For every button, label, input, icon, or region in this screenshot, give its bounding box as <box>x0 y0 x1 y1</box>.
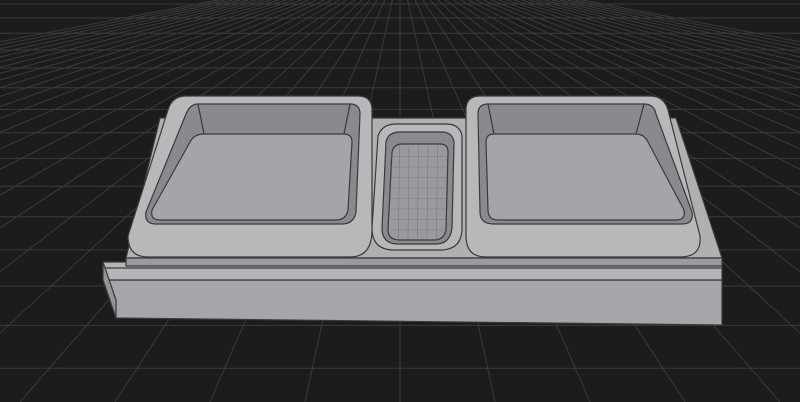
3d-viewport[interactable] <box>0 0 800 402</box>
block-front-face <box>125 257 723 267</box>
base-front-face <box>102 279 723 326</box>
tray-model[interactable] <box>102 95 723 326</box>
